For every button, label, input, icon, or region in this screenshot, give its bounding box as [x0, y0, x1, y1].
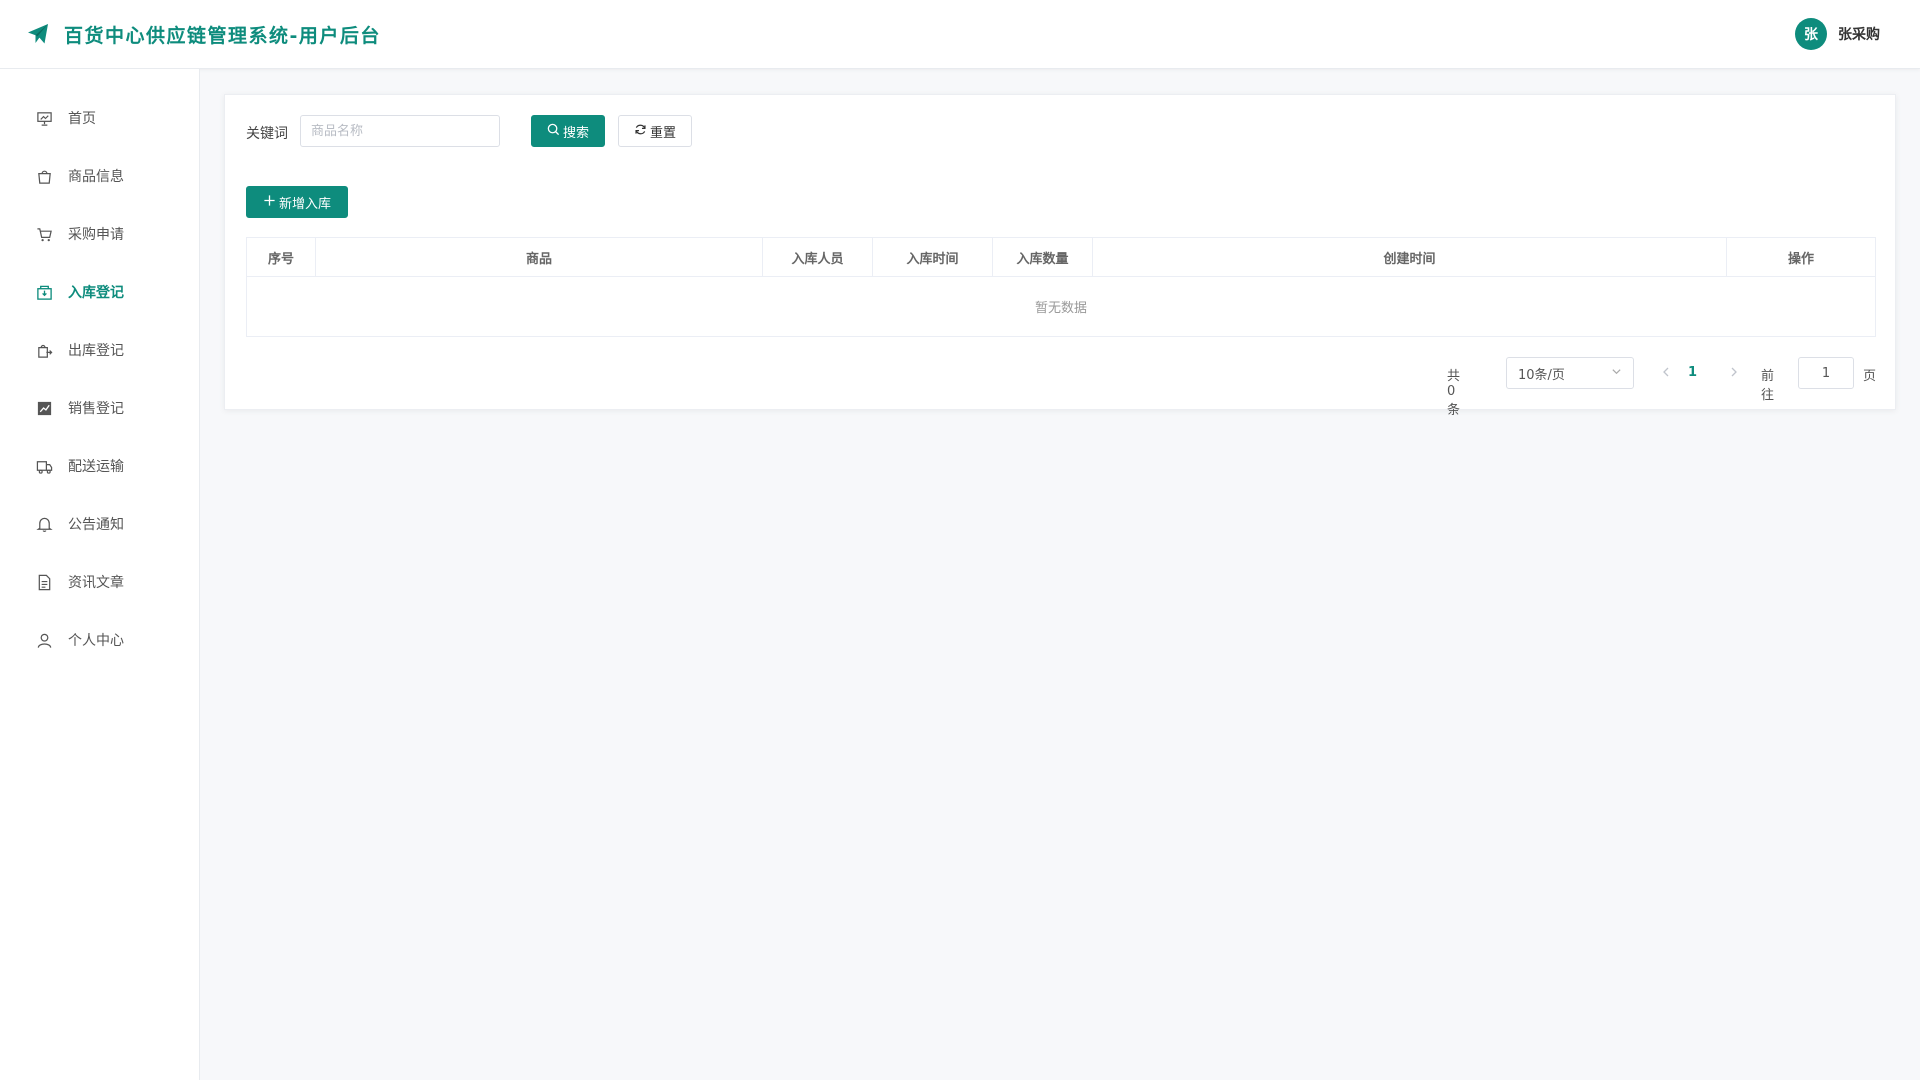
- search-icon: [547, 123, 560, 140]
- column-header-created-time: 创建时间: [1093, 238, 1727, 277]
- sidebar: 首页 商品信息 采购申请 入库登记 出库登记 销售登记 配送运输 公告通知 资讯…: [0, 69, 200, 1080]
- user-menu[interactable]: 张 张采购: [1795, 18, 1920, 50]
- column-header-operator: 入库人员: [763, 238, 873, 277]
- sidebar-item-profile[interactable]: 个人中心: [0, 611, 199, 669]
- keyword-input[interactable]: [300, 115, 500, 147]
- add-stock-in-button[interactable]: 新增入库: [246, 186, 348, 218]
- presentation-icon: [35, 109, 53, 127]
- page-unit-label: 页: [1863, 369, 1877, 384]
- reset-button[interactable]: 重置: [618, 115, 692, 147]
- prev-page-button[interactable]: [1659, 365, 1673, 381]
- chevron-down-icon: [1611, 366, 1622, 381]
- page-size-select[interactable]: 10条/页: [1506, 357, 1634, 389]
- next-page-button[interactable]: [1727, 365, 1741, 381]
- sidebar-item-sales[interactable]: 销售登记: [0, 379, 199, 437]
- username[interactable]: 张采购: [1838, 24, 1880, 44]
- chart-icon: [35, 399, 53, 417]
- sidebar-item-label: 首页: [68, 111, 96, 127]
- sidebar-item-label: 采购申请: [68, 227, 124, 243]
- truck-icon: [35, 457, 53, 475]
- app-title: 百货中心供应链管理系统-用户后台: [64, 24, 381, 47]
- goto-page-input[interactable]: [1798, 357, 1854, 389]
- user-icon: [35, 631, 53, 649]
- sidebar-item-label: 入库登记: [68, 285, 124, 301]
- sidebar-item-label: 资讯文章: [68, 575, 124, 591]
- sidebar-item-label: 商品信息: [68, 169, 124, 185]
- add-button-label: 新增入库: [278, 196, 331, 212]
- document-icon: [35, 573, 53, 591]
- sidebar-item-stock-out[interactable]: 出库登记: [0, 321, 199, 379]
- search-button-label: 搜索: [562, 125, 589, 141]
- bell-icon: [35, 515, 53, 533]
- sidebar-item-label: 出库登记: [68, 343, 124, 359]
- chevron-left-icon: [1661, 366, 1671, 381]
- search-button[interactable]: 搜索: [531, 115, 605, 147]
- top-header: 百货中心供应链管理系统-用户后台 张 张采购: [0, 0, 1920, 69]
- empty-text: 暂无数据: [1034, 301, 1087, 316]
- refresh-icon: [634, 123, 647, 140]
- sidebar-item-products[interactable]: 商品信息: [0, 147, 199, 205]
- page-size-value: 10条/页: [1518, 367, 1565, 383]
- sidebar-item-delivery[interactable]: 配送运输: [0, 437, 199, 495]
- sidebar-item-label: 公告通知: [68, 517, 124, 533]
- brand: 百货中心供应链管理系统-用户后台: [0, 21, 381, 48]
- reset-button-label: 重置: [649, 125, 676, 141]
- paper-plane-icon: [26, 22, 50, 46]
- sidebar-item-label: 个人中心: [68, 633, 124, 649]
- shopping-bag-icon: [35, 167, 53, 185]
- column-header-index: 序号: [247, 238, 316, 277]
- avatar[interactable]: 张: [1795, 18, 1827, 50]
- box-in-icon: [35, 283, 53, 301]
- stock-in-table: 序号 商品 入库人员 入库时间 入库数量 创建时间 操作 暂无数据: [246, 237, 1876, 337]
- sidebar-item-articles[interactable]: 资讯文章: [0, 553, 199, 611]
- main-card: 关键词 搜索 重置 新增入库 序号 商品 入库人员 入库时间 入库数量 创建时间…: [224, 94, 1896, 418]
- shopping-cart-icon: [35, 225, 53, 243]
- keyword-label: 关键词: [246, 126, 288, 142]
- box-out-icon: [35, 341, 53, 359]
- column-header-actions: 操作: [1787, 252, 1814, 267]
- goto-label: 前往: [1761, 369, 1775, 403]
- page-number-current[interactable]: 1: [1688, 365, 1697, 380]
- column-header-stock-in-time: 入库时间: [873, 238, 993, 277]
- plus-icon: [263, 194, 276, 211]
- pagination-total: 共 0 条: [1447, 369, 1461, 418]
- sidebar-item-stock-in[interactable]: 入库登记: [0, 263, 199, 321]
- sidebar-item-home[interactable]: 首页: [0, 89, 199, 147]
- table-header: 序号 商品 入库人员 入库时间 入库数量 创建时间 操作: [247, 238, 1875, 277]
- sidebar-item-purchase[interactable]: 采购申请: [0, 205, 199, 263]
- column-header-quantity: 入库数量: [993, 238, 1093, 277]
- sidebar-item-label: 销售登记: [68, 401, 124, 417]
- chevron-right-icon: [1729, 366, 1739, 381]
- sidebar-item-notice[interactable]: 公告通知: [0, 495, 199, 553]
- sidebar-item-label: 配送运输: [68, 459, 124, 475]
- column-header-product: 商品: [316, 238, 763, 277]
